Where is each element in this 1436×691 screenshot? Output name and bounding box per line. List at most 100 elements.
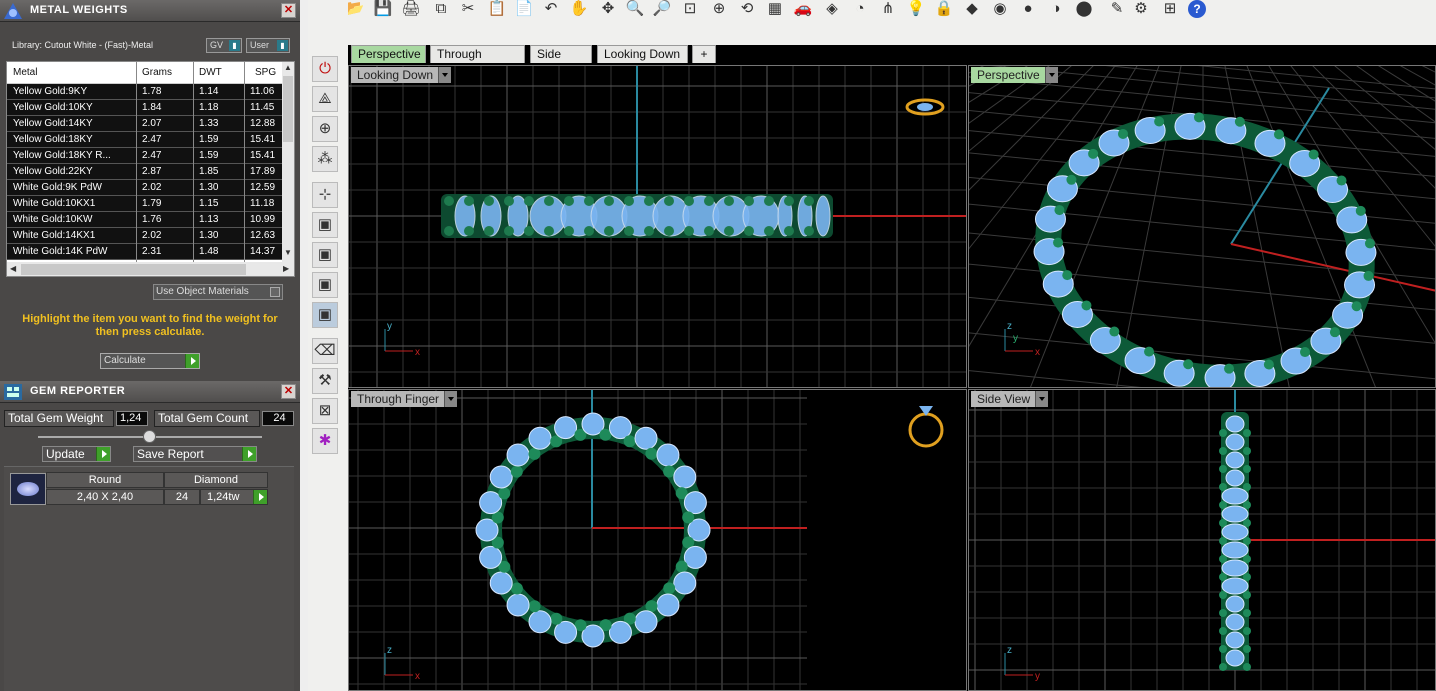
table-row[interactable]: Yellow Gold:18KY 2.47 1.59 15.41: [7, 132, 284, 148]
gem-list-item[interactable]: Round Diamond 2,40 X 2,40 24 1,24tw: [8, 472, 268, 506]
gumball-icon[interactable]: ◔: [850, 0, 870, 18]
col-grams[interactable]: Grams: [142, 67, 172, 78]
table-row[interactable]: White Gold:14KX1 2.02 1.30 12.63: [7, 228, 284, 244]
table-row[interactable]: Yellow Gold:14KY 2.07 1.33 12.88: [7, 116, 284, 132]
grams-value: 1.79: [142, 198, 162, 209]
zoom-extents-icon[interactable]: ⊕: [709, 0, 729, 18]
open-icon[interactable]: 📂: [345, 0, 365, 18]
globe-icon[interactable]: ⊕: [312, 116, 338, 142]
vscroll-thumb[interactable]: [283, 76, 293, 142]
copy-icon[interactable]: ⧉: [431, 0, 451, 18]
viewport-label-looking-down[interactable]: Looking Down: [351, 67, 452, 83]
pan-icon[interactable]: ✋: [569, 0, 589, 18]
table-row[interactable]: Yellow Gold:22KY 2.87 1.85 17.89: [7, 164, 284, 180]
zoom-in-icon[interactable]: 🔍: [625, 0, 645, 18]
table-row[interactable]: White Gold:9K PdW 2.02 1.30 12.59: [7, 180, 284, 196]
shade-icon[interactable]: ●: [1018, 0, 1038, 18]
color-wheel-icon[interactable]: ◉: [990, 0, 1010, 18]
spg-value: 15.41: [250, 150, 276, 161]
viewport-menu-icon[interactable]: [1044, 67, 1058, 83]
scroll-up-icon[interactable]: ▲: [284, 63, 292, 72]
prong: [663, 465, 676, 478]
close-gem-panel-icon[interactable]: ✕: [281, 384, 296, 399]
viewport-menu-icon[interactable]: [444, 391, 458, 407]
tripod-icon[interactable]: ⟁: [312, 86, 338, 112]
lock-icon[interactable]: 🔒: [934, 0, 954, 18]
add-tab-button[interactable]: +: [692, 45, 716, 63]
sphere-icon[interactable]: ⬤: [1074, 0, 1094, 18]
close-metal-panel-icon[interactable]: ✕: [281, 3, 296, 18]
viewport-menu-icon[interactable]: [1035, 391, 1049, 407]
cut-icon[interactable]: ✂: [458, 0, 478, 18]
record-icon[interactable]: ⏻: [312, 56, 338, 82]
save-report-button[interactable]: Save Report: [133, 446, 257, 462]
cube-side-icon[interactable]: ▣: [312, 242, 338, 268]
table-row[interactable]: Yellow Gold:9KY 1.78 1.14 11.06: [7, 84, 284, 100]
grid-icon[interactable]: ▦: [765, 0, 785, 18]
scroll-left-icon[interactable]: ◀: [10, 264, 16, 273]
gv-toggle[interactable]: GV ▮: [206, 38, 242, 53]
eraser-icon[interactable]: ⌫: [312, 338, 338, 364]
viewport-side-view[interactable]: zy Side View: [968, 389, 1436, 691]
network-nodes-icon[interactable]: ✱: [312, 428, 338, 454]
cube-iso-icon[interactable]: ▣: [312, 302, 338, 328]
axes-icon[interactable]: ⊹: [312, 182, 338, 208]
panel-splitter[interactable]: [300, 0, 308, 691]
pencil-icon[interactable]: ✎: [1107, 0, 1127, 18]
table-row[interactable]: Yellow Gold:18KY R... 2.47 1.59 15.41: [7, 148, 284, 164]
settings-icon[interactable]: ⚙: [1131, 0, 1151, 18]
col-spg[interactable]: SPG: [255, 67, 276, 78]
viewport-menu-icon[interactable]: [438, 67, 452, 83]
rotate-view-icon[interactable]: ⟲: [737, 0, 757, 18]
light-icon[interactable]: 💡: [906, 0, 926, 18]
user-toggle[interactable]: User ▮: [246, 38, 290, 53]
help-icon[interactable]: ?: [1188, 0, 1206, 18]
viewport-perspective[interactable]: z x y Perspective: [968, 65, 1436, 388]
car-icon[interactable]: 🚗: [793, 0, 813, 18]
use-object-materials-checkbox[interactable]: Use Object Materials: [153, 284, 283, 300]
undo-icon[interactable]: ↶: [541, 0, 561, 18]
clipboard-icon[interactable]: 📄: [514, 0, 534, 18]
hscroll-thumb[interactable]: [21, 264, 246, 275]
zoom-out-icon[interactable]: 🔎: [652, 0, 672, 18]
tools-icon[interactable]: ⚒: [312, 368, 338, 394]
scroll-right-icon[interactable]: ▶: [283, 264, 289, 273]
render-icon[interactable]: ◑: [1046, 0, 1066, 18]
round-gem-icon: [10, 473, 46, 505]
network-icon[interactable]: ⊞: [1160, 0, 1180, 18]
save-icon[interactable]: 💾: [373, 0, 393, 18]
table-row[interactable]: White Gold:10KX1 1.79 1.15 11.18: [7, 196, 284, 212]
snap-icon[interactable]: ⋔: [878, 0, 898, 18]
gem-slider-knob[interactable]: [143, 430, 156, 443]
table-row[interactable]: White Gold:14K PdW 2.31 1.48 14.37: [7, 244, 284, 260]
nodes-icon[interactable]: ⁂: [312, 146, 338, 172]
layer-icon[interactable]: ◆: [962, 0, 982, 18]
update-button[interactable]: Update: [42, 446, 111, 462]
table-row[interactable]: Yellow Gold:10KY 1.84 1.18 11.45: [7, 100, 284, 116]
gem-detail-arrow-icon[interactable]: [253, 490, 267, 504]
metal-table-vscroll[interactable]: ▲ ▼: [282, 62, 294, 262]
tab-looking-down[interactable]: Looking Down: [597, 45, 688, 63]
cube-front-icon[interactable]: ▣: [312, 212, 338, 238]
viewport-label-through-finger[interactable]: Through Finger: [351, 391, 458, 407]
calculate-button[interactable]: Calculate: [100, 353, 200, 369]
table-row[interactable]: White Gold:10KW 1.76 1.13 10.99: [7, 212, 284, 228]
viewport-label-side-view[interactable]: Side View: [971, 391, 1049, 407]
tab-perspective[interactable]: Perspective: [351, 45, 426, 63]
tab-through-finger[interactable]: Through Finger: [430, 45, 525, 77]
col-metal[interactable]: Metal: [13, 67, 37, 78]
scroll-down-icon[interactable]: ▼: [284, 248, 292, 257]
viewport-through-finger[interactable]: zx Through Finger: [348, 389, 967, 691]
viewport-label-perspective[interactable]: Perspective: [971, 67, 1058, 83]
camera-icon[interactable]: ◈: [822, 0, 842, 18]
grid-snap-icon[interactable]: ⊠: [312, 398, 338, 424]
print-icon[interactable]: 🖨: [401, 0, 421, 18]
paste-icon[interactable]: 📋: [487, 0, 507, 18]
move-icon[interactable]: ✥: [598, 0, 618, 18]
zoom-window-icon[interactable]: ⊡: [680, 0, 700, 18]
cube-top-icon[interactable]: ▣: [312, 272, 338, 298]
col-dwt[interactable]: DWT: [199, 67, 222, 78]
viewport-looking-down[interactable]: yx Looking Down: [348, 65, 967, 388]
tab-side-view[interactable]: Side View: [530, 45, 592, 77]
metal-table-hscroll[interactable]: ◀ ▶: [7, 262, 294, 276]
